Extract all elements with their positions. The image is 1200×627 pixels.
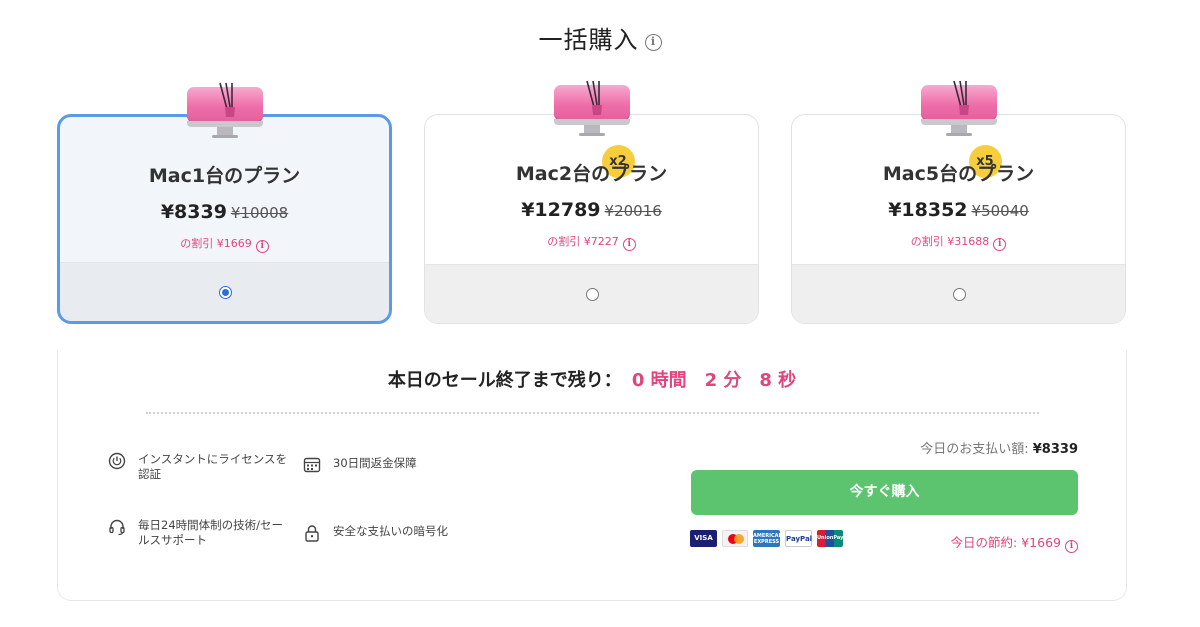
plan-old-price: ¥50040	[971, 202, 1029, 220]
plan-discount: の割引 ¥7227	[547, 235, 619, 248]
today-payment-amount: ¥8339	[1032, 442, 1078, 457]
plan-discount: の割引 ¥1669	[180, 237, 252, 250]
info-icon[interactable]: i	[644, 34, 662, 51]
info-icon[interactable]: i	[255, 240, 269, 253]
feature-text: インスタントにライセンスを 認証	[138, 452, 288, 481]
checkout-panel: 本日のセール終了まで残り： 0 時間 2 分 8 秒 インスタントにライセンスを …	[57, 350, 1127, 601]
feature-instant-activation: インスタントにライセンスを 認証	[108, 452, 298, 482]
plan-radio[interactable]	[585, 288, 599, 301]
payment-methods: VISA AMERICAN EXPRESS PayPal UnionPay	[690, 530, 843, 547]
plan-name: Mac1台のプラン	[148, 165, 301, 187]
plan-radio[interactable]	[952, 288, 966, 301]
feature-text: 毎日24時間体制の技術/セー ルスサポート	[138, 518, 284, 547]
plan-name: Mac2台のプラン	[515, 163, 668, 185]
lock-icon	[305, 525, 319, 542]
discount-row: の割引 ¥31688 i	[792, 233, 1125, 251]
cleanmymac-icon	[553, 79, 630, 139]
timer-countdown: 0 時間 2 分 8 秒	[631, 370, 797, 391]
info-icon[interactable]: i	[1065, 540, 1078, 553]
timer-label: 本日のセール終了まで残り：	[387, 370, 622, 391]
plan-card-5-macs[interactable]: x5 Mac5台のプラン ¥18352 ¥50040 の割引 ¥31688 i	[791, 80, 1126, 324]
plan-name: Mac5台のプラン	[882, 163, 1035, 185]
price-row: ¥18352 ¥50040	[792, 199, 1125, 221]
cleanmymac-icon	[920, 79, 997, 139]
discount-row: の割引 ¥7227 i	[425, 233, 758, 251]
feature-money-back: 30日間返金保障	[303, 456, 503, 474]
plan-discount: の割引 ¥31688	[910, 235, 990, 248]
plan-old-price: ¥10008	[230, 204, 289, 222]
plan-price: ¥18352	[888, 199, 968, 221]
savings-text: 今日の節約: ¥1669	[950, 535, 1061, 550]
feature-text: 安全な支払いの暗号化	[333, 524, 448, 538]
sale-timer: 本日のセール終了まで残り： 0 時間 2 分 8 秒	[58, 366, 1126, 392]
plan-card-1-mac[interactable]: Mac1台のプラン ¥8339 ¥10008 の割引 ¥1669 i	[57, 82, 392, 324]
feature-support: 毎日24時間体制の技術/セー ルスサポート	[108, 518, 298, 548]
unionpay-icon: UnionPay	[817, 530, 843, 547]
plan-old-price: ¥20016	[604, 202, 662, 220]
feature-text: 30日間返金保障	[333, 456, 417, 470]
plan-price: ¥8339	[160, 201, 227, 223]
plan-select-area[interactable]	[792, 264, 1125, 323]
plan-select-area[interactable]	[60, 262, 389, 321]
feature-secure-payment: 安全な支払いの暗号化	[303, 524, 503, 542]
today-savings: 今日の節約: ¥1669 i	[951, 532, 1078, 553]
price-row: ¥12789 ¥20016	[425, 199, 758, 221]
info-icon[interactable]: i	[622, 238, 636, 251]
page-header: 一括購入 i	[0, 20, 1200, 55]
headset-icon	[109, 519, 125, 536]
plan-card-2-macs[interactable]: x2 Mac2台のプラン ¥12789 ¥20016 の割引 ¥7227 i	[424, 80, 759, 324]
price-row: ¥8339 ¥10008	[60, 201, 389, 223]
info-icon[interactable]: i	[993, 238, 1007, 251]
plan-select-area[interactable]	[425, 264, 758, 323]
paypal-icon: PayPal	[785, 530, 812, 547]
plan-radio[interactable]	[218, 286, 232, 299]
calendar-icon	[303, 457, 321, 473]
today-payment: 今日のお支払い額: ¥8339	[920, 438, 1078, 457]
power-icon	[108, 452, 126, 470]
buy-now-button[interactable]: 今すぐ購入	[691, 470, 1078, 515]
today-payment-label: 今日のお支払い額:	[920, 442, 1033, 457]
plan-price: ¥12789	[521, 199, 601, 221]
discount-row: の割引 ¥1669 i	[60, 235, 389, 253]
page-title: 一括購入	[538, 26, 639, 54]
mastercard-icon	[722, 530, 748, 547]
divider	[146, 412, 1039, 414]
cleanmymac-icon	[186, 81, 263, 141]
amex-icon: AMERICAN EXPRESS	[753, 530, 783, 547]
visa-icon: VISA	[690, 530, 717, 547]
